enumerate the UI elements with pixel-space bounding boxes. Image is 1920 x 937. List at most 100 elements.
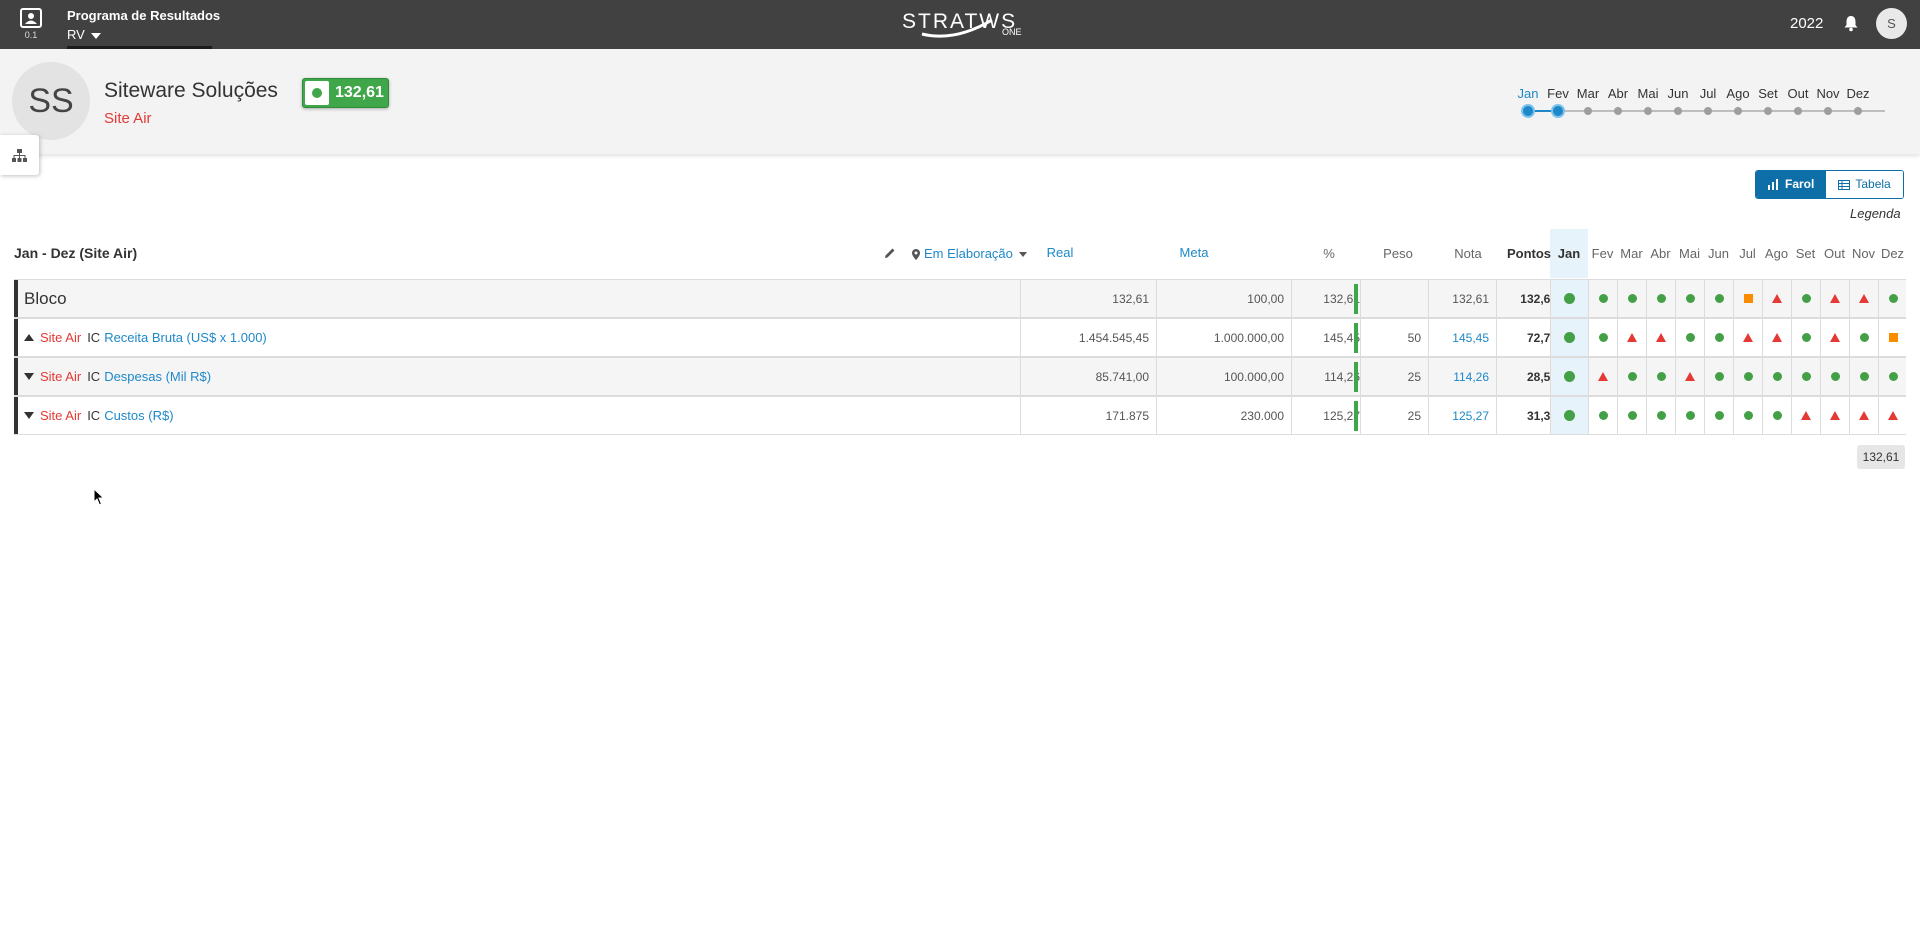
farol-cell-dez[interactable] [1878,358,1907,395]
farol-cell-ago[interactable] [1762,358,1791,395]
farol-cell-abr[interactable] [1646,319,1675,356]
farol-cell-fev[interactable] [1588,280,1617,317]
indicator-row[interactable]: Site Air IC Custos (R$) 171.875 230.000 125,2… [14,396,1906,435]
user-avatar[interactable]: S [1876,8,1907,39]
app-menu-button[interactable]: 0.1 [18,8,44,44]
farol-cell-dez[interactable] [1878,397,1907,434]
farol-cell-mar[interactable] [1617,397,1646,434]
farol-cell-jan[interactable] [1550,280,1588,317]
farol-cell-mai[interactable] [1675,319,1704,356]
indicator-name[interactable]: Despesas (Mil R$) [104,369,211,384]
caret-down-icon[interactable] [24,411,34,419]
farol-cell-jun[interactable] [1704,319,1733,356]
farol-cell-fev[interactable] [1588,358,1617,395]
farol-cell-mar[interactable] [1617,280,1646,317]
farol-cell-jun[interactable] [1704,358,1733,395]
farol-cell-mar[interactable] [1617,319,1646,356]
farol-cell-set[interactable] [1791,319,1820,356]
indicator-name-cell[interactable]: Site Air IC Receita Bruta (US$ x 1.000) [24,319,267,357]
timeline-dot-jul[interactable] [1704,107,1712,115]
indicator-name-cell[interactable]: Site Air IC Despesas (Mil R$) [24,358,211,396]
indicator-row[interactable]: Site Air IC Despesas (Mil R$) 85.741,00 100.… [14,357,1906,396]
farol-cell-set[interactable] [1791,358,1820,395]
farol-cell-jul[interactable] [1733,319,1762,356]
farol-cell-jul[interactable] [1733,358,1762,395]
farol-cell-jul[interactable] [1733,280,1762,317]
farol-cell-jun[interactable] [1704,397,1733,434]
farol-cell-nov[interactable] [1849,397,1878,434]
timeline-dot-mai[interactable] [1644,107,1652,115]
farol-cell-jun[interactable] [1704,280,1733,317]
timeline-dot-dez[interactable] [1854,107,1862,115]
cell-nota[interactable]: 114,26 [1428,358,1496,395]
farol-cell-abr[interactable] [1646,397,1675,434]
indicator-name[interactable]: Custos (R$) [104,408,173,423]
indicator-row[interactable]: Site Air IC Receita Bruta (US$ x 1.000) 1.4… [14,318,1906,357]
farol-cell-ago[interactable] [1762,397,1791,434]
timeline-month-jul[interactable]: Jul [1693,86,1723,101]
farol-cell-nov[interactable] [1849,358,1878,395]
farol-cell-nov[interactable] [1849,319,1878,356]
farol-cell-jan[interactable] [1550,397,1588,434]
farol-cell-abr[interactable] [1646,358,1675,395]
farol-view-button[interactable]: Farol [1756,171,1827,198]
farol-cell-jan[interactable] [1550,358,1588,395]
year-selector[interactable]: 2022 [1790,15,1823,32]
timeline-dot-ago[interactable] [1734,107,1742,115]
farol-cell-out[interactable] [1820,358,1849,395]
col-real[interactable]: Real [1020,229,1100,278]
farol-cell-out[interactable] [1820,280,1849,317]
farol-cell-set[interactable] [1791,397,1820,434]
timeline-dot-nov[interactable] [1824,107,1832,115]
bell-icon[interactable] [1842,14,1860,32]
timeline-dot-jun[interactable] [1674,107,1682,115]
timeline-dot-out[interactable] [1794,107,1802,115]
timeline-dot-fev[interactable] [1551,104,1565,118]
org-tree-button[interactable] [0,135,39,175]
cell-nota[interactable]: 145,45 [1428,319,1496,356]
col-meta[interactable]: Meta [1154,229,1234,278]
legend-link[interactable]: Legenda [1850,206,1901,221]
farol-cell-ago[interactable] [1762,280,1791,317]
farol-cell-abr[interactable] [1646,280,1675,317]
timeline-month-ago[interactable]: Ago [1723,86,1753,101]
farol-cell-dez[interactable] [1878,319,1907,356]
timeline-month-out[interactable]: Out [1783,86,1813,101]
status-dropdown[interactable]: Em Elaboração [912,229,1027,278]
farol-cell-mai[interactable] [1675,280,1704,317]
timeline-month-mar[interactable]: Mar [1573,86,1603,101]
timeline-month-fev[interactable]: Fev [1543,86,1573,101]
farol-cell-mai[interactable] [1675,397,1704,434]
farol-cell-out[interactable] [1820,319,1849,356]
indicator-name[interactable]: Receita Bruta (US$ x 1.000) [104,330,267,345]
timeline-dot-mar[interactable] [1584,107,1592,115]
farol-cell-mai[interactable] [1675,358,1704,395]
farol-cell-out[interactable] [1820,397,1849,434]
farol-cell-fev[interactable] [1588,397,1617,434]
farol-cell-mar[interactable] [1617,358,1646,395]
farol-cell-ago[interactable] [1762,319,1791,356]
timeline-dot-set[interactable] [1764,107,1772,115]
timeline-month-mai[interactable]: Mai [1633,86,1663,101]
caret-down-icon[interactable] [24,372,34,380]
timeline-dot-jan[interactable] [1521,104,1535,118]
farol-cell-set[interactable] [1791,280,1820,317]
farol-cell-dez[interactable] [1878,280,1907,317]
timeline-month-nov[interactable]: Nov [1813,86,1843,101]
tabela-view-button[interactable]: Tabela [1826,171,1903,198]
farol-cell-jan[interactable] [1550,319,1588,356]
timeline-dot-abr[interactable] [1614,107,1622,115]
farol-cell-jul[interactable] [1733,397,1762,434]
caret-up-icon[interactable] [24,333,34,341]
indicator-name-cell[interactable]: Site Air IC Custos (R$) [24,397,174,435]
farol-cell-nov[interactable] [1849,280,1878,317]
program-select[interactable]: RV [67,27,101,42]
timeline-month-abr[interactable]: Abr [1603,86,1633,101]
farol-cell-fev[interactable] [1588,319,1617,356]
cell-nota[interactable]: 125,27 [1428,397,1496,434]
timeline-month-jun[interactable]: Jun [1663,86,1693,101]
timeline-month-jan[interactable]: Jan [1513,86,1543,101]
timeline-month-dez[interactable]: Dez [1843,86,1873,101]
timeline-month-set[interactable]: Set [1753,86,1783,101]
pencil-icon[interactable] [884,247,896,259]
